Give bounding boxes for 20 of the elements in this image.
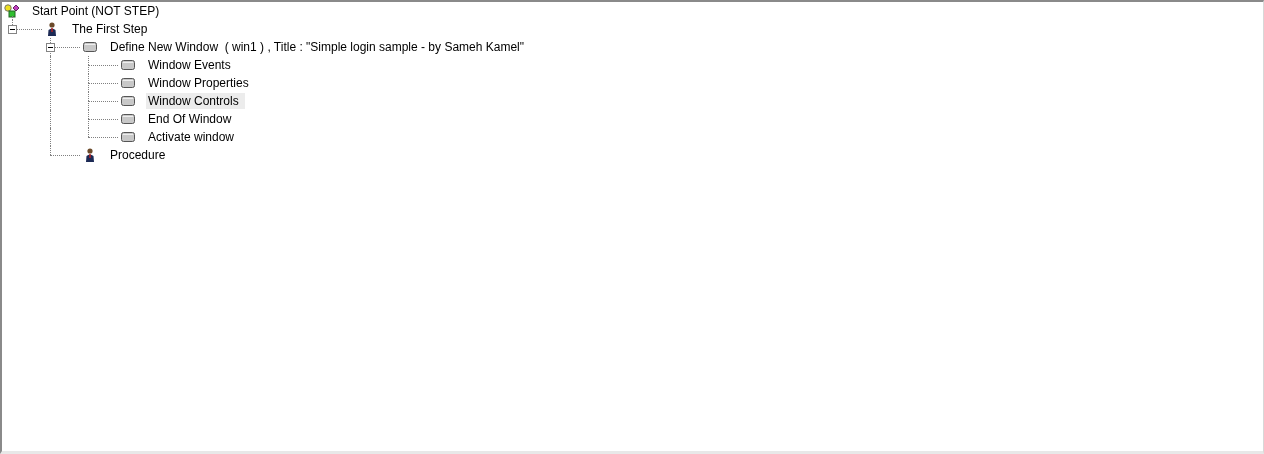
window-icon — [121, 114, 135, 124]
window-icon — [83, 42, 97, 52]
collapse-toggle[interactable] — [8, 25, 17, 34]
window-icon — [121, 132, 135, 142]
window-icon — [121, 96, 135, 106]
tree-item[interactable]: Window Properties — [146, 75, 255, 91]
collapse-toggle[interactable] — [46, 43, 55, 52]
person-icon — [47, 22, 57, 36]
tree-item[interactable]: Procedure — [108, 147, 172, 163]
tree-item[interactable]: Window Controls — [146, 93, 245, 109]
tree-item[interactable]: End Of Window — [146, 111, 238, 127]
tree-item[interactable]: Start Point (NOT STEP) — [30, 3, 166, 19]
person-icon — [85, 148, 95, 162]
window-icon — [121, 60, 135, 70]
tree-item[interactable]: Define New Window ( win1 ) , Title : "Simple login sample - by Sameh Kamel" — [108, 39, 530, 55]
tree-item[interactable]: Window Events — [146, 57, 237, 73]
tree-item[interactable]: The First Step — [70, 21, 154, 37]
window-icon — [121, 78, 135, 88]
tree-item[interactable]: Activate window — [146, 129, 241, 145]
shapes-icon — [4, 4, 20, 18]
